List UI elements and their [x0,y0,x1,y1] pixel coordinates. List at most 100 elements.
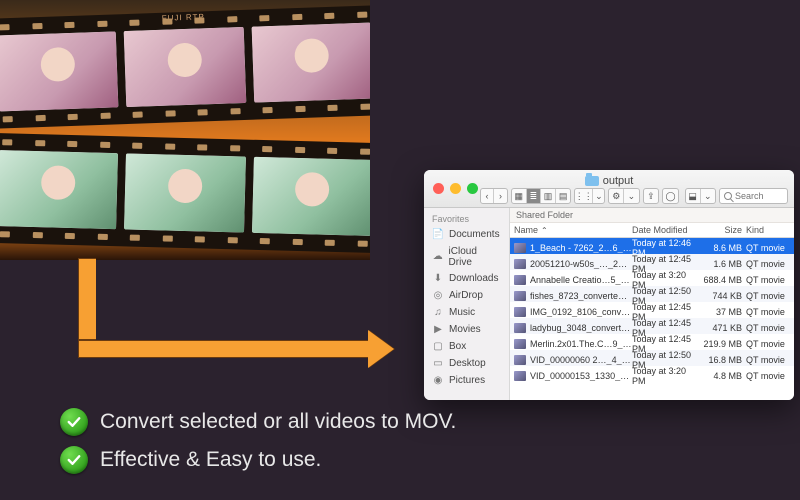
file-listing: Shared Folder Name⌃ Date Modified Size K… [510,208,794,400]
sidebar-item[interactable]: ☁ iCloud Drive [424,243,509,270]
sidebar-item-label: iCloud Drive [449,246,501,268]
film-strip-row [0,133,370,253]
checkmark-icon [60,446,88,474]
share-icon: ⇪ [644,189,659,203]
dropbox-button[interactable]: ⬓⌄ [685,188,716,204]
sidebar-item-icon: ▭ [432,358,444,370]
search-input[interactable] [735,191,783,201]
sidebar-item-icon: ▢ [432,341,444,353]
file-name: Annabelle Creatio…5_converted.MOV [530,275,632,285]
chevron-down-icon: ⌄ [701,189,715,203]
sidebar-item-icon: ◎ [432,290,444,302]
file-thumbnail-icon [514,371,526,381]
file-row[interactable]: IMG_0192_8106_converted.MOVToday at 12:4… [510,302,794,318]
chevron-down-icon: ⌄ [593,189,604,203]
file-row[interactable]: fishes_8723_converted.MOVToday at 12:50 … [510,286,794,302]
column-date[interactable]: Date Modified [632,225,700,235]
file-thumbnail-icon [514,339,526,349]
sidebar-item[interactable]: ⬇Downloads [424,270,509,287]
view-list-icon[interactable]: ≣ [527,189,542,203]
file-size: 37 MB [700,307,746,317]
sidebar-item-label: Pictures [449,375,485,386]
file-name: VID_00000153_1330_converted.MOV [530,371,632,381]
sidebar-item-label: Documents [449,229,500,240]
film-strip-row: FUJI RTP [0,5,370,129]
file-size: 219.9 MB [700,339,746,349]
promo-film-strip: FUJI RTP [0,0,370,260]
feature-text: Convert selected or all videos to MOV. [100,410,456,434]
sidebar-item-label: Movies [449,324,481,335]
view-mode-segmented[interactable]: ▦ ≣ ▥ ▤ [511,188,571,204]
sidebar-item-label: Box [449,341,466,352]
file-size: 744 KB [700,291,746,301]
file-size: 471 KB [700,323,746,333]
file-name: IMG_0192_8106_converted.MOV [530,307,632,317]
sidebar-item[interactable]: ▭ Desktop [424,355,509,372]
finder-titlebar[interactable]: output ‹› ▦ ≣ ▥ ▤ ⋮⋮⌄ ⚙⌄ ⇪ ◯ ⬓⌄ [424,170,794,208]
file-name: 20051210-w50s_…_2_converted.MOV [530,259,632,269]
file-size: 4.8 MB [700,371,746,381]
file-row[interactable]: Merlin.2x01.The.C…9_converted.MOVToday a… [510,334,794,350]
file-row[interactable]: ladybug_3048_converted.MOVToday at 12:45… [510,318,794,334]
file-date: Today at 3:20 PM [632,366,700,386]
file-row[interactable]: VID_00000060 2…_4_converted.MOVToday at … [510,350,794,366]
window-title: output [424,175,794,187]
sidebar-item-label: Downloads [449,273,498,284]
view-columns-icon[interactable]: ▥ [541,189,556,203]
tags-button[interactable]: ◯ [662,188,679,204]
file-name: ladybug_3048_converted.MOV [530,323,632,333]
file-size: 1.6 MB [700,259,746,269]
forward-icon[interactable]: › [494,189,507,203]
file-kind: QT movie [746,243,790,253]
view-gallery-icon[interactable]: ▤ [556,189,570,203]
sidebar-item[interactable]: ▢ Box [424,338,509,355]
file-name: 1_Beach - 7262_2…6_converted.MOV [530,243,632,253]
sidebar-item[interactable]: ♫ Music [424,304,509,321]
file-thumbnail-icon [514,259,526,269]
gear-icon: ⚙ [609,189,624,203]
column-name[interactable]: Name⌃ [514,225,632,235]
file-kind: QT movie [746,307,790,317]
arrange-menu[interactable]: ⋮⋮⌄ [574,188,605,204]
column-kind[interactable]: Kind [746,225,790,235]
sidebar-item[interactable]: 📄 Documents [424,226,509,243]
file-kind: QT movie [746,355,790,365]
file-kind: QT movie [746,371,790,381]
share-button[interactable]: ⇪ [643,188,660,204]
sidebar-item[interactable]: ◉Pictures [424,372,509,389]
sidebar-item-label: Desktop [449,358,486,369]
shared-folder-banner: Shared Folder [510,208,794,223]
sidebar-item-icon: 📄 [432,229,444,241]
feature-list: Convert selected or all videos to MOV. Ef… [60,408,456,484]
flow-arrow [78,258,388,358]
view-icons-icon[interactable]: ▦ [512,189,527,203]
sidebar-item-icon: ☁ [432,251,444,263]
file-thumbnail-icon [514,323,526,333]
back-icon[interactable]: ‹ [481,189,494,203]
sidebar-item[interactable]: ▶ Movies [424,321,509,338]
feature-text: Effective & Easy to use. [100,448,321,472]
file-thumbnail-icon [514,307,526,317]
tag-icon: ◯ [663,189,678,203]
file-row[interactable]: Annabelle Creatio…5_converted.MOVToday a… [510,270,794,286]
file-size: 8.6 MB [700,243,746,253]
film-frame [251,22,370,102]
sidebar-item[interactable]: ◎ AirDrop [424,287,509,304]
file-row[interactable]: 20051210-w50s_…_2_converted.MOVToday at … [510,254,794,270]
file-name: VID_00000060 2…_4_converted.MOV [530,355,632,365]
file-kind: QT movie [746,275,790,285]
sidebar-item-icon: ▶ [432,324,444,336]
file-thumbnail-icon [514,243,526,253]
sidebar-item-icon: ♫ [432,307,444,319]
sidebar-item-label: Music [449,307,475,318]
checkmark-icon [60,408,88,436]
search-field[interactable] [719,188,788,204]
column-size[interactable]: Size [700,225,746,235]
column-headers[interactable]: Name⌃ Date Modified Size Kind [510,223,794,238]
film-frame [0,31,119,111]
action-menu[interactable]: ⚙⌄ [608,188,639,204]
sidebar-item-label: AirDrop [449,290,483,301]
file-row[interactable]: 1_Beach - 7262_2…6_converted.MOVToday at… [510,238,794,254]
file-row[interactable]: VID_00000153_1330_converted.MOVToday at … [510,366,794,382]
nav-back-forward[interactable]: ‹› [480,188,508,204]
